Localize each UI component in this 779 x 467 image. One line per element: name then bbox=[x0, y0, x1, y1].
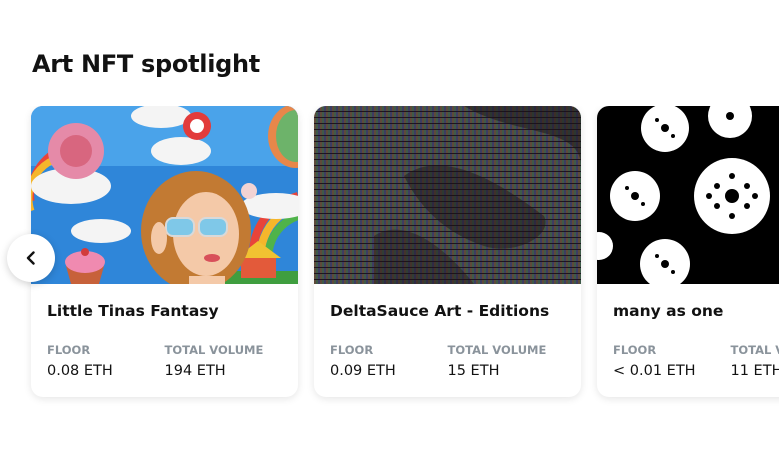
collection-name: DeltaSauce Art - Editions bbox=[330, 302, 550, 320]
volume-label: TOTAL VOLUME bbox=[730, 343, 779, 357]
section-title: Art NFT spotlight bbox=[32, 50, 260, 78]
chevron-left-icon bbox=[23, 250, 39, 266]
volume-label: TOTAL VOLUME bbox=[447, 343, 547, 357]
floor-value: 0.08 ETH bbox=[47, 363, 113, 379]
carousel-prev-button[interactable] bbox=[7, 234, 55, 282]
floor-stat: FLOOR < 0.01 ETH bbox=[613, 343, 731, 379]
volume-stat: TOTAL VOLUME 194 ETH bbox=[165, 343, 283, 379]
volume-value: 15 ETH bbox=[447, 363, 500, 379]
collection-image bbox=[597, 106, 779, 284]
collection-name: many as one bbox=[613, 302, 724, 320]
collection-name: Little Tinas Fantasy bbox=[47, 302, 219, 320]
collection-card[interactable]: Little Tinas Fantasy FLOOR 0.08 ETH TOTA… bbox=[31, 106, 298, 397]
collection-image bbox=[31, 106, 298, 284]
floor-value: 0.09 ETH bbox=[330, 363, 396, 379]
volume-stat: TOTAL VOLUME 15 ETH bbox=[448, 343, 566, 379]
volume-label: TOTAL VOLUME bbox=[164, 343, 264, 357]
floor-value: < 0.01 ETH bbox=[613, 363, 696, 379]
floor-label: FLOOR bbox=[613, 343, 657, 357]
floor-stat: FLOOR 0.08 ETH bbox=[47, 343, 165, 379]
volume-stat: TOTAL VOLUME 11 ETH bbox=[731, 343, 779, 379]
floor-label: FLOOR bbox=[330, 343, 374, 357]
floor-label: FLOOR bbox=[47, 343, 91, 357]
nft-carousel: Little Tinas Fantasy FLOOR 0.08 ETH TOTA… bbox=[0, 106, 779, 406]
collection-image bbox=[314, 106, 581, 284]
volume-value: 11 ETH bbox=[730, 363, 779, 379]
floor-stat: FLOOR 0.09 ETH bbox=[330, 343, 448, 379]
collection-card[interactable]: many as one FLOOR < 0.01 ETH TOTAL VOLUM… bbox=[597, 106, 779, 397]
collection-card[interactable]: DeltaSauce Art - Editions FLOOR 0.09 ETH… bbox=[314, 106, 581, 397]
volume-value: 194 ETH bbox=[164, 363, 226, 379]
